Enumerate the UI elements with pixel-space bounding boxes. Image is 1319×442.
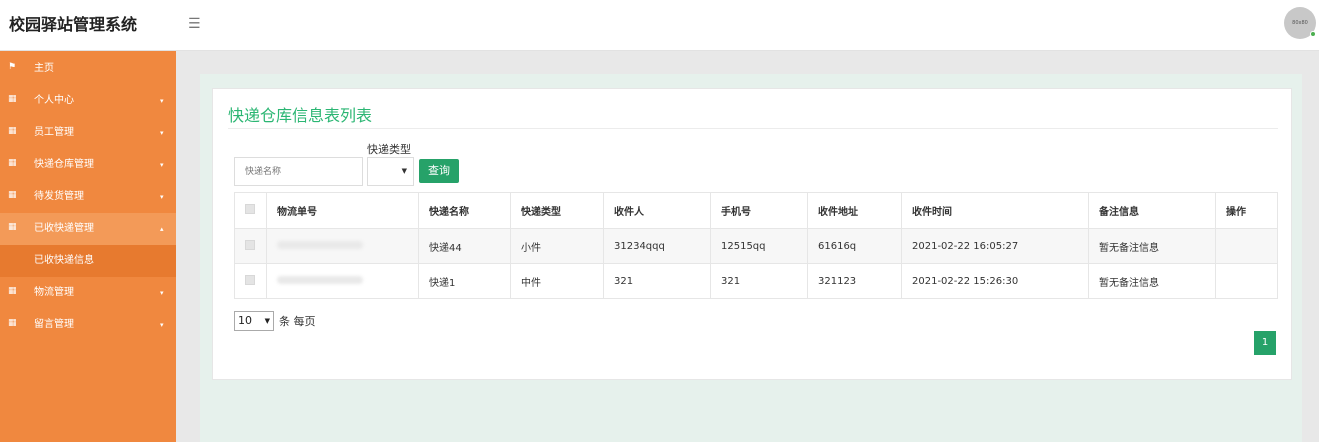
column-header: 收件人 <box>603 192 711 229</box>
chevron-down-icon: ▾ <box>160 193 164 201</box>
column-header: 收件地址 <box>807 192 902 229</box>
row-checkbox[interactable] <box>245 274 255 285</box>
select-all-checkbox[interactable] <box>245 204 255 214</box>
grid-icon: ▦ <box>8 190 17 200</box>
sidebar-item-label: 已收快递信息 <box>34 255 94 266</box>
chevron-down-icon: ▼ <box>264 317 270 325</box>
table-cell: 321 <box>710 263 808 299</box>
column-header: 物流单号 <box>266 192 419 229</box>
sidebar-item-logistics[interactable]: ▦ 物流管理 ▾ <box>0 277 176 309</box>
row-checkbox[interactable] <box>245 239 255 250</box>
chevron-down-icon: ▾ <box>160 97 164 105</box>
table-cell: 快递44 <box>418 228 511 264</box>
actions-cell <box>1215 228 1278 264</box>
table-cell: 快递1 <box>418 263 511 299</box>
title-divider <box>228 128 1278 129</box>
chevron-down-icon: ▾ <box>160 161 164 169</box>
grid-icon: ▦ <box>8 222 17 232</box>
table-cell: 暂无备注信息 <box>1088 228 1216 264</box>
page-size-value: 10 <box>238 314 252 327</box>
chevron-down-icon: ▾ <box>160 129 164 137</box>
chevron-down-icon: ▾ <box>160 321 164 329</box>
redacted-tracking-number <box>277 275 363 284</box>
sidebar: ⚑ 主页 ▦ 个人中心 ▾ ▦ 员工管理 ▾ ▦ 快递仓库管理 ▾ ▦ 待发货管… <box>0 51 176 442</box>
table-row[interactable]: 快递1 中件 321 321 321123 2021-02-22 15:26:3… <box>234 263 1278 299</box>
table-cell: 暂无备注信息 <box>1088 263 1216 299</box>
table-cell: 2021-02-22 16:05:27 <box>901 228 1089 264</box>
actions-cell <box>1215 263 1278 299</box>
sidebar-item-label: 员工管理 <box>34 127 74 138</box>
list-card: 快递仓库信息表列表 快递类型 ▼ 查询 物流单号 快递名称 快递类型 收件人 手… <box>212 88 1292 380</box>
table-cell: 小件 <box>510 228 604 264</box>
page-size-label: 条 每页 <box>279 315 316 328</box>
table-cell: 中件 <box>510 263 604 299</box>
table-cell: 31234qqq <box>603 228 711 264</box>
grid-icon: ▦ <box>8 94 17 104</box>
sidebar-item-home[interactable]: ⚑ 主页 <box>0 53 176 85</box>
data-table: 物流单号 快递名称 快递类型 收件人 手机号 收件地址 收件时间 备注信息 操作… <box>234 192 1278 299</box>
type-select[interactable]: ▼ <box>367 157 414 186</box>
sidebar-item-label: 个人中心 <box>34 95 74 106</box>
sidebar-item-label: 已收快递管理 <box>34 223 94 234</box>
page-size-select[interactable]: 10 ▼ <box>234 311 274 331</box>
type-filter-label: 快递类型 <box>367 143 411 156</box>
chevron-up-icon: ▴ <box>160 225 164 233</box>
grid-icon: ▦ <box>8 318 17 328</box>
table-cell: 321123 <box>807 263 902 299</box>
chevron-down-icon: ▾ <box>160 289 164 297</box>
redacted-tracking-number <box>277 240 363 249</box>
online-status-dot <box>1310 31 1316 37</box>
hamburger-icon[interactable]: ☰ <box>188 14 202 34</box>
grid-icon: ▦ <box>8 286 17 296</box>
table-cell: 61616q <box>807 228 902 264</box>
column-header: 手机号 <box>710 192 808 229</box>
column-header: 快递类型 <box>510 192 604 229</box>
app-title: 校园驿站管理系统 <box>9 15 138 34</box>
sidebar-item-messages[interactable]: ▦ 留言管理 ▾ <box>0 309 176 341</box>
page-title: 快递仓库信息表列表 <box>228 106 373 125</box>
table-cell: 321 <box>603 263 711 299</box>
sidebar-item-pending-shipment[interactable]: ▦ 待发货管理 ▾ <box>0 181 176 213</box>
search-input[interactable] <box>234 157 363 186</box>
column-header: 备注信息 <box>1088 192 1216 229</box>
grid-icon: ▦ <box>8 158 17 168</box>
sidebar-item-label: 留言管理 <box>34 319 74 330</box>
sidebar-item-label: 物流管理 <box>34 287 74 298</box>
column-header: 快递名称 <box>418 192 511 229</box>
pagination-page-1[interactable]: 1 <box>1254 331 1276 355</box>
sidebar-item-received[interactable]: ▦ 已收快递管理 ▴ <box>0 213 176 245</box>
sidebar-item-received-info[interactable]: 已收快递信息 <box>0 245 176 277</box>
column-header: 收件时间 <box>901 192 1089 229</box>
top-bar: 校园驿站管理系统 ☰ 80x80 <box>0 0 1319 51</box>
table-header-row: 物流单号 快递名称 快递类型 收件人 手机号 收件地址 收件时间 备注信息 操作 <box>234 192 1278 229</box>
sidebar-item-warehouse[interactable]: ▦ 快递仓库管理 ▾ <box>0 149 176 181</box>
sidebar-item-profile[interactable]: ▦ 个人中心 ▾ <box>0 85 176 117</box>
chevron-down-icon: ▼ <box>401 167 407 175</box>
table-row[interactable]: 快递44 小件 31234qqq 12515qq 61616q 2021-02-… <box>234 228 1278 264</box>
sidebar-item-label: 快递仓库管理 <box>34 159 94 170</box>
flag-icon: ⚑ <box>8 62 17 72</box>
sidebar-item-staff[interactable]: ▦ 员工管理 ▾ <box>0 117 176 149</box>
query-button[interactable]: 查询 <box>419 159 459 183</box>
column-header: 操作 <box>1215 192 1278 229</box>
sidebar-item-label: 待发货管理 <box>34 191 84 202</box>
grid-icon: ▦ <box>8 126 17 136</box>
table-cell: 12515qq <box>710 228 808 264</box>
table-cell: 2021-02-22 15:26:30 <box>901 263 1089 299</box>
sidebar-item-label: 主页 <box>34 63 54 74</box>
